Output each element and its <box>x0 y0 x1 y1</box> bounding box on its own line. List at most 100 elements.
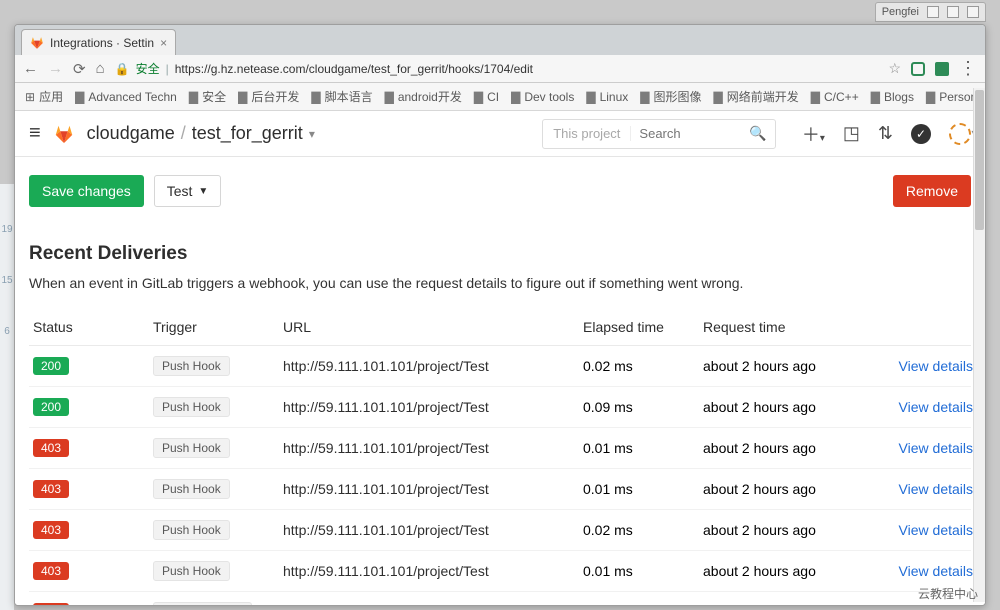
caret-down-icon: ▼ <box>198 186 208 197</box>
status-badge: 403 <box>33 439 69 457</box>
trigger-pill: Push Hook <box>153 438 230 458</box>
section-description: When an event in GitLab triggers a webho… <box>29 275 971 291</box>
table-row: 403Push Hookhttp://59.111.101.101/projec… <box>29 428 971 469</box>
hook-url: http://59.111.101.101/project/Test <box>283 358 583 374</box>
close-tab-icon[interactable]: × <box>160 36 167 50</box>
hook-url: http://59.111.101.101/project/Test <box>283 563 583 579</box>
trigger-pill: Push Hook <box>153 356 230 376</box>
table-row: 403Tag Push Hookhttp://59.111.101.101/pr… <box>29 592 971 605</box>
bookmark-folder[interactable]: ▇脚本语言 <box>311 88 372 105</box>
bookmark-star-icon[interactable]: ☆ <box>888 60 901 77</box>
apps-shortcut[interactable]: ⊞ 应用 <box>25 88 63 105</box>
back-icon[interactable]: ← <box>23 60 38 77</box>
bookmark-folder[interactable]: ▇图形图像 <box>640 88 701 105</box>
search-box[interactable]: This project 🔍 <box>542 119 776 149</box>
bookmark-folder[interactable]: ▇Linux <box>586 90 628 104</box>
view-details-link[interactable]: View details <box>863 399 973 415</box>
bookmark-folder[interactable]: ▇CI <box>474 90 499 104</box>
watermark-text: 云教程中心 <box>918 585 978 602</box>
view-details-link[interactable]: View details <box>863 358 973 374</box>
bookmark-label: Dev tools <box>524 90 574 104</box>
breadcrumb-project[interactable]: test_for_gerrit <box>192 123 303 144</box>
address-bar[interactable]: 🔒 安全 | https://g.hz.netease.com/cloudgam… <box>115 60 879 77</box>
folder-icon: ▇ <box>586 90 595 104</box>
status-badge: 403 <box>33 603 69 605</box>
col-reqtime: Request time <box>703 319 863 335</box>
search-icon[interactable]: 🔍 <box>741 125 774 142</box>
maximize-icon[interactable] <box>947 6 959 18</box>
search-input[interactable] <box>631 126 741 141</box>
browser-tab-strip: Integrations · Settin × <box>15 25 985 55</box>
todos-check-icon[interactable]: ✓ <box>911 124 931 144</box>
table-row: 200 Push Hook http://59.111.101.101/projec… <box>29 346 971 387</box>
reload-icon[interactable]: ⟳ <box>73 60 86 78</box>
chevron-down-icon[interactable]: ▾ <box>309 127 315 141</box>
elapsed-time: 0.01 ms <box>583 563 703 579</box>
bookmark-folder[interactable]: ▇Blogs <box>871 90 914 104</box>
status-badge: 403 <box>33 480 69 498</box>
user-avatar-icon[interactable] <box>949 123 971 145</box>
merge-requests-icon[interactable]: ⇅ <box>878 123 893 144</box>
deliveries-table-header: Status Trigger URL Elapsed time Request … <box>29 309 971 346</box>
table-row: 200Push Hookhttp://59.111.101.101/projec… <box>29 387 971 428</box>
bookmark-label: Advanced Techn <box>88 90 177 104</box>
request-time: about 2 hours ago <box>703 358 863 374</box>
trigger-pill: Push Hook <box>153 479 230 499</box>
bookmark-folder[interactable]: ▇后台开发 <box>238 88 299 105</box>
view-details-link[interactable]: View details <box>863 522 973 538</box>
view-details-link[interactable]: View details <box>863 440 973 456</box>
save-button[interactable]: Save changes <box>29 175 144 207</box>
close-window-icon[interactable] <box>967 6 979 18</box>
hamburger-menu-icon[interactable]: ≡ <box>29 122 41 145</box>
status-badge: 200 <box>33 398 69 416</box>
elapsed-time: 0.01 ms <box>583 604 703 605</box>
breadcrumb-group[interactable]: cloudgame <box>87 123 175 144</box>
table-row: 403Push Hookhttp://59.111.101.101/projec… <box>29 510 971 551</box>
page-content: ≡ cloudgame / test_for_gerrit ▾ This pro… <box>15 111 985 605</box>
forward-icon[interactable]: → <box>48 60 63 77</box>
apps-label: 应用 <box>39 88 63 105</box>
folder-icon: ▇ <box>75 90 84 104</box>
plus-dropdown-icon[interactable]: ＋▾ <box>802 121 825 147</box>
col-status: Status <box>33 319 153 335</box>
tab-title: Integrations · Settin <box>50 36 154 50</box>
folder-icon: ▇ <box>926 90 935 104</box>
browser-tab[interactable]: Integrations · Settin × <box>21 29 176 55</box>
col-trigger: Trigger <box>153 319 283 335</box>
view-details-link[interactable]: View details <box>863 481 973 497</box>
bookmark-folder[interactable]: ▇ Advanced Techn <box>75 90 177 104</box>
breadcrumb: cloudgame / test_for_gerrit ▾ <box>87 123 315 144</box>
view-details-link[interactable]: View details <box>863 563 973 579</box>
bookmark-folder[interactable]: ▇Dev tools <box>511 90 574 104</box>
col-elapsed: Elapsed time <box>583 319 703 335</box>
bookmark-label: 网络前端开发 <box>727 88 799 105</box>
bookmark-folder[interactable]: ▇C/C++ <box>811 90 859 104</box>
view-details-link[interactable]: View details <box>863 604 973 605</box>
issues-icon[interactable]: ◳ <box>843 123 860 144</box>
minimize-icon[interactable] <box>927 6 939 18</box>
section-title: Recent Deliveries <box>29 243 971 265</box>
extension-icon[interactable] <box>935 62 949 76</box>
browser-window: Integrations · Settin × ← → ⟳ ⌂ 🔒 安全 | h… <box>14 24 986 606</box>
bookmark-folder[interactable]: ▇安全 <box>189 88 226 105</box>
bookmark-label: Blogs <box>884 90 914 104</box>
gitlab-logo-icon[interactable] <box>53 123 75 145</box>
bookmark-folder[interactable]: ▇android开发 <box>385 88 462 105</box>
test-dropdown-button[interactable]: Test▼ <box>154 175 222 207</box>
page-scrollbar[interactable] <box>973 88 985 602</box>
breadcrumb-separator: / <box>181 123 186 144</box>
status-badge: 200 <box>33 357 69 375</box>
shield-extension-icon[interactable] <box>911 62 925 76</box>
browser-menu-icon[interactable]: ⋮ <box>959 58 977 79</box>
bookmark-folder[interactable]: ▇网络前端开发 <box>714 88 799 105</box>
folder-icon: ▇ <box>811 90 820 104</box>
trigger-pill: Push Hook <box>153 520 230 540</box>
request-time: about 2 hours ago <box>703 399 863 415</box>
apps-grid-icon: ⊞ <box>25 90 35 104</box>
header-actions: ＋▾ ◳ ⇅ ✓ <box>802 121 971 147</box>
home-icon[interactable]: ⌂ <box>96 60 105 77</box>
secure-label: 安全 <box>136 60 160 77</box>
scroll-thumb[interactable] <box>975 90 984 230</box>
bookmark-label: 后台开发 <box>251 88 299 105</box>
remove-button[interactable]: Remove <box>893 175 971 207</box>
